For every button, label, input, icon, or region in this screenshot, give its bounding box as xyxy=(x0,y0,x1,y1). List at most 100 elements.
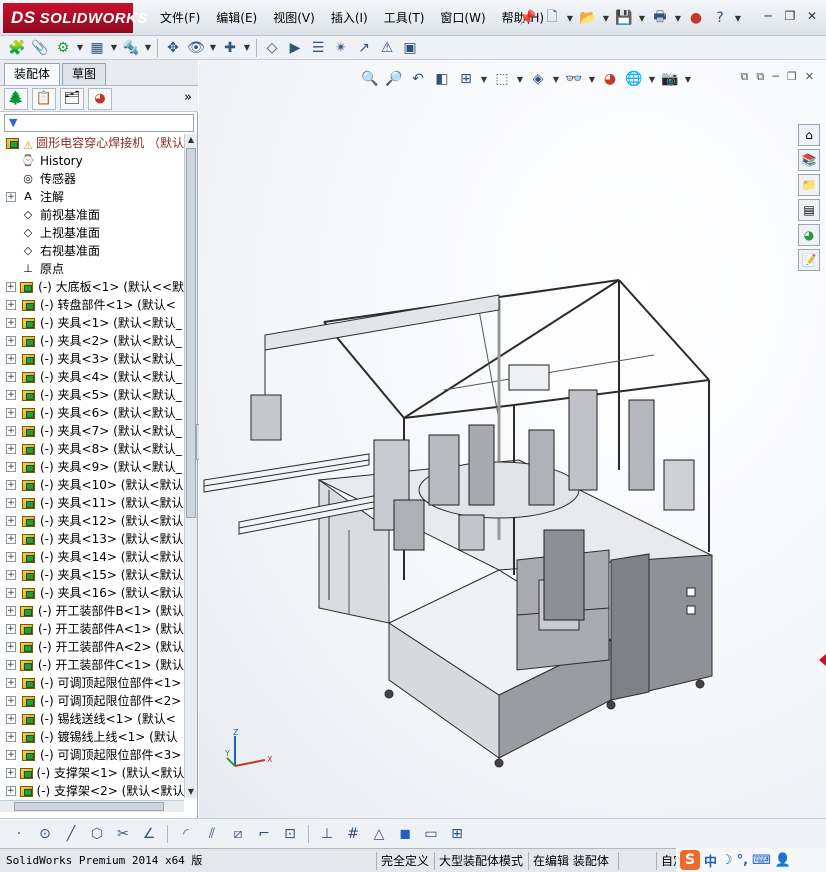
tree-component[interactable]: + (-) 开工装部件B<1> (默认 xyxy=(0,602,184,620)
sogou-ime-icon[interactable]: S xyxy=(680,850,700,870)
close-icon[interactable]: ✕ xyxy=(804,8,820,24)
mirror-icon[interactable]: ⫽ xyxy=(201,823,223,845)
expand-icon[interactable]: + xyxy=(6,660,16,670)
expand-icon[interactable]: + xyxy=(6,750,16,760)
menu-item-1[interactable]: 编辑(E) xyxy=(208,9,265,27)
menu-item-2[interactable]: 视图(V) xyxy=(265,9,323,27)
new-motion-study-icon[interactable]: ▶ xyxy=(284,37,306,59)
tree-component[interactable]: + (-) 开工装部件C<1> (默认 xyxy=(0,656,184,674)
tree-item-5[interactable]: ◇ 右视基准面 xyxy=(0,242,184,260)
dimension-icon[interactable]: ⊥ xyxy=(316,823,338,845)
save-icon[interactable]: 💾 xyxy=(613,7,635,29)
reference-geometry-icon[interactable]: ◇ xyxy=(261,37,283,59)
tab-assembly[interactable]: 装配体 xyxy=(4,63,61,85)
menu-item-0[interactable]: 文件(F) xyxy=(152,9,208,27)
grid-icon[interactable]: # xyxy=(342,823,364,845)
polygon-icon[interactable]: ⬡ xyxy=(86,823,108,845)
tree-component[interactable]: + (-) 可调顶起限位部件<2> xyxy=(0,692,184,710)
triangle-icon[interactable]: △ xyxy=(368,823,390,845)
expand-icon[interactable]: + xyxy=(6,768,16,778)
tree-component[interactable]: + (-) 夹具<1> (默认<默认_ xyxy=(0,314,184,332)
feature-manager-tree-icon[interactable]: 🌲 xyxy=(4,87,28,110)
expand-icon[interactable]: + xyxy=(6,426,16,436)
print-icon[interactable]: 🖶 xyxy=(649,7,671,29)
more-tabs-icon[interactable]: » xyxy=(184,90,192,105)
ime-toolbar[interactable]: S 中 ☽ °, ⌨ 👤 xyxy=(676,848,826,872)
tree-item-3[interactable]: ◇ 前视基准面 xyxy=(0,206,184,224)
expand-icon[interactable]: + xyxy=(6,300,16,310)
expand-icon[interactable]: + xyxy=(6,588,16,598)
user-icon[interactable]: 👤 xyxy=(775,853,791,868)
tree-component[interactable]: + (-) 转盘部件<1> (默认< xyxy=(0,296,184,314)
tree-component[interactable]: + (-) 夹具<11> (默认<默认 xyxy=(0,494,184,512)
chevron-down-icon[interactable]: ▼ xyxy=(601,14,611,23)
tree-component[interactable]: + (-) 夹具<2> (默认<默认_ xyxy=(0,332,184,350)
punctuation-icon[interactable]: °, xyxy=(737,853,748,868)
display-manager-icon[interactable]: ◕ xyxy=(88,87,112,110)
tree-component[interactable]: + (-) 夹具<12> (默认<默认 xyxy=(0,512,184,530)
rebuild-traffic-light-icon[interactable]: ● xyxy=(685,7,707,29)
chevron-down-icon[interactable]: ▼ xyxy=(673,14,683,23)
shaded-display-icon[interactable]: ◼ xyxy=(394,823,416,845)
configuration-manager-icon[interactable]: 🗂 xyxy=(60,87,84,110)
circle-icon[interactable]: ⊙ xyxy=(34,823,56,845)
solidworks-logo[interactable]: DS SOLIDWORKS xyxy=(3,3,147,33)
tree-item-4[interactable]: ◇ 上视基准面 xyxy=(0,224,184,242)
assembly-3d-model[interactable] xyxy=(199,60,826,818)
fillet-icon[interactable]: ◜ xyxy=(175,823,197,845)
tree-vertical-scrollbar[interactable]: ▲ ▼ xyxy=(184,134,197,798)
chevron-down-icon[interactable]: ▼ xyxy=(109,43,119,52)
tree-component[interactable]: + (-) 夹具<10> (默认<默认 xyxy=(0,476,184,494)
scroll-down-icon[interactable]: ▼ xyxy=(185,786,197,798)
tile-layout-icon[interactable]: ⊞ xyxy=(446,823,468,845)
property-manager-icon[interactable]: 📋 xyxy=(32,87,56,110)
tree-component[interactable]: + (-) 锡线送线<1> (默认< xyxy=(0,710,184,728)
chevron-down-icon[interactable]: ▼ xyxy=(637,14,647,23)
chevron-down-icon[interactable]: ▼ xyxy=(143,43,153,52)
tree-root-assembly[interactable]: ⚠ 圆形电容穿心焊接机 （默认 xyxy=(0,134,184,152)
expand-icon[interactable]: + xyxy=(6,480,16,490)
expand-icon[interactable]: + xyxy=(6,282,16,292)
expand-icon[interactable]: + xyxy=(6,534,16,544)
chevron-down-icon[interactable]: ▼ xyxy=(208,43,218,52)
menu-item-3[interactable]: 插入(I) xyxy=(323,9,376,27)
new-document-icon[interactable]: 🗋 xyxy=(541,7,563,29)
menu-item-4[interactable]: 工具(T) xyxy=(376,9,433,27)
bill-of-materials-icon[interactable]: ☰ xyxy=(307,37,329,59)
design-library-icon[interactable]: 📚 xyxy=(798,149,820,171)
expand-icon[interactable]: + xyxy=(6,318,16,328)
tree-item-2[interactable]: + A 注解 xyxy=(0,188,184,206)
tree-item-6[interactable]: ⊥ 原点 xyxy=(0,260,184,278)
expand-icon[interactable]: + xyxy=(6,354,16,364)
appearances-icon[interactable]: ◕ xyxy=(798,224,820,246)
expand-icon[interactable]: + xyxy=(6,552,16,562)
chevron-down-icon[interactable]: ▼ xyxy=(75,43,85,52)
edit-component-icon[interactable]: 🧩 xyxy=(6,37,28,59)
corner-icon[interactable]: ⌐ xyxy=(253,823,275,845)
tree-component[interactable]: + (-) 可调顶起限位部件<1> xyxy=(0,674,184,692)
keyboard-icon[interactable]: ⌨ xyxy=(752,853,771,868)
tab-sketch[interactable]: 草图 xyxy=(62,63,107,85)
expand-icon[interactable]: + xyxy=(6,462,16,472)
expand-icon[interactable]: + xyxy=(6,570,16,580)
assembly-features-icon[interactable]: ✚ xyxy=(219,37,241,59)
tree-component[interactable]: + (-) 夹具<16> (默认<默认 xyxy=(0,584,184,602)
trim-icon[interactable]: ✂ xyxy=(112,823,134,845)
tree-component[interactable]: + (-) 夹具<13> (默认<默认 xyxy=(0,530,184,548)
expand-icon[interactable]: + xyxy=(6,642,16,652)
expand-icon[interactable]: + xyxy=(6,714,16,724)
expand-icon[interactable]: + xyxy=(6,390,16,400)
chevron-down-icon[interactable]: ▼ xyxy=(733,14,743,23)
help-icon[interactable]: ? xyxy=(709,7,731,29)
tree-component[interactable]: + (-) 夹具<5> (默认<默认_ xyxy=(0,386,184,404)
exploded-view-icon[interactable]: ✴ xyxy=(330,37,352,59)
moon-icon[interactable]: ☽ xyxy=(721,853,733,868)
expand-icon[interactable]: + xyxy=(6,192,16,202)
tree-component[interactable]: + (-) 夹具<15> (默认<默认 xyxy=(0,566,184,584)
expand-icon[interactable]: + xyxy=(6,678,16,688)
expand-icon[interactable]: + xyxy=(6,372,16,382)
relation-icon[interactable]: ⊡ xyxy=(279,823,301,845)
tree-component[interactable]: + (-) 镀锡线上线<1> (默认 xyxy=(0,728,184,746)
tree-component[interactable]: + (-) 夹具<14> (默认<默认 xyxy=(0,548,184,566)
tree-component[interactable]: + (-) 夹具<9> (默认<默认_ xyxy=(0,458,184,476)
